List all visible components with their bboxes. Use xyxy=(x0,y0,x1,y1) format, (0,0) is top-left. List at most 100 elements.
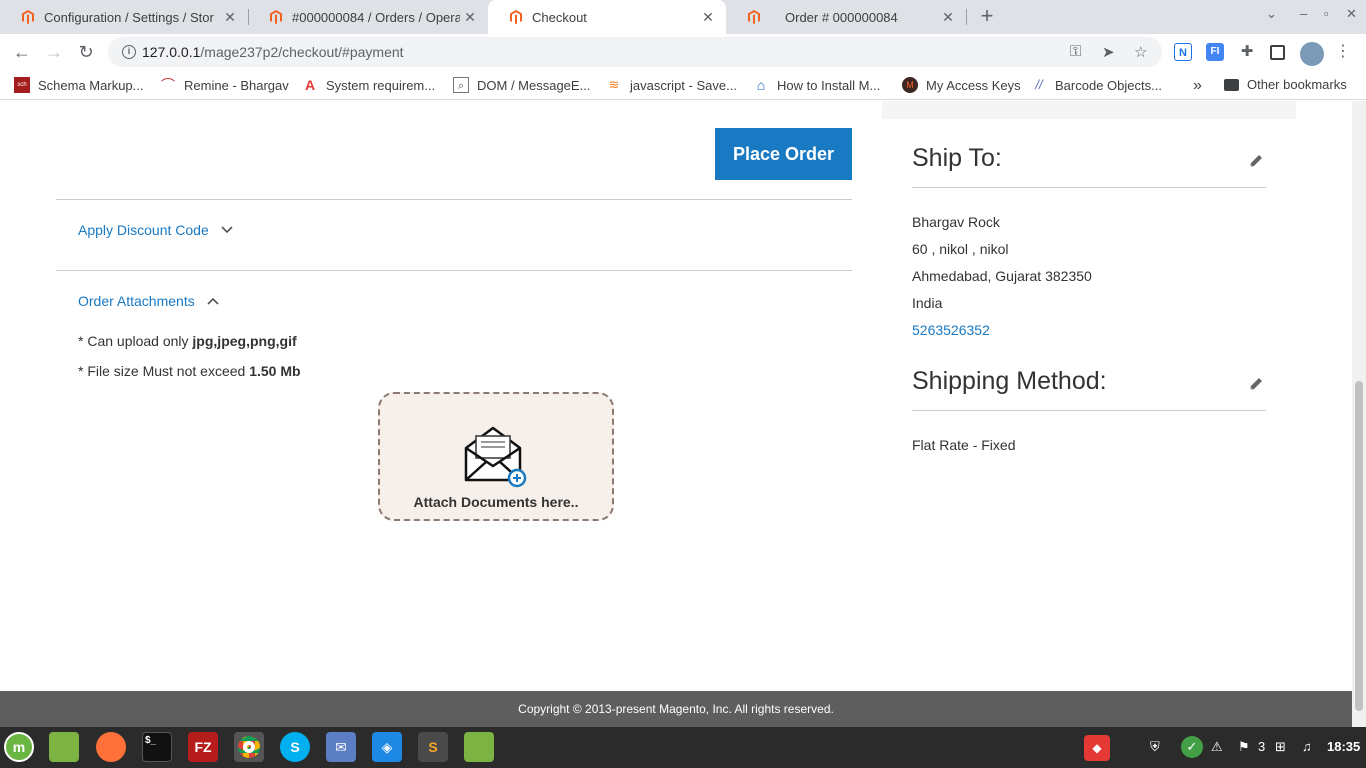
shipping-method-title: Shipping Method: xyxy=(912,367,1107,395)
magento-icon xyxy=(510,10,522,24)
other-bookmarks[interactable]: Other bookmarks xyxy=(1224,77,1347,92)
dropzone-label: Attach Documents here.. xyxy=(413,494,579,510)
bookmark-item[interactable]: sch Schema Markup... xyxy=(14,77,144,93)
clock[interactable]: 18:35 xyxy=(1327,739,1360,754)
close-icon[interactable]: ✕ xyxy=(698,9,718,26)
magento-icon: M xyxy=(902,77,918,93)
anydesk-icon[interactable]: ◆ xyxy=(1084,735,1110,761)
close-icon[interactable]: ✕ xyxy=(220,9,240,26)
tab-order-operations[interactable]: #000000084 / Orders / Operat ✕ xyxy=(248,0,488,34)
notification-icon[interactable]: ⚑ xyxy=(1238,739,1250,755)
mdn-icon: ⌕ xyxy=(453,77,469,93)
tab-strip: Configuration / Settings / Stor ✕ #00000… xyxy=(0,0,1366,34)
bookmark-item[interactable]: M My Access Keys xyxy=(902,77,1021,93)
order-summary-panel-edge xyxy=(882,101,1296,119)
tab-order-view[interactable]: Order # 000000084 ✕ xyxy=(726,0,966,34)
folder-icon xyxy=(1224,78,1239,91)
bookmarks-bar: sch Schema Markup... ⌒ Remine - Bhargav AS… xyxy=(0,70,1366,100)
extension-n-icon[interactable]: N xyxy=(1174,43,1192,61)
close-window-icon[interactable]: ✕ xyxy=(1346,6,1357,22)
bookmark-item[interactable]: A System requirem... xyxy=(302,77,435,93)
new-tab-button[interactable]: + xyxy=(976,4,998,28)
tab-configuration[interactable]: Configuration / Settings / Stor ✕ xyxy=(0,0,248,34)
bookmark-item[interactable]: ⌒ Remine - Bhargav xyxy=(160,77,289,93)
tab-checkout[interactable]: Checkout ✕ xyxy=(488,0,726,34)
minimize-icon[interactable]: – xyxy=(1300,6,1307,21)
adobe-icon: A xyxy=(304,77,316,93)
attachment-dropzone[interactable]: Attach Documents here.. xyxy=(378,392,614,521)
divider xyxy=(56,270,852,271)
files-folder-icon[interactable] xyxy=(49,732,79,762)
file-size-note: * File size Must not exceed 1.50 Mb xyxy=(78,363,301,379)
workspace-count: 3 xyxy=(1258,739,1266,754)
page-scrollbar[interactable] xyxy=(1352,101,1366,727)
ship-phone-link[interactable]: 5263526352 xyxy=(912,322,990,338)
address-bar[interactable]: i 127.0.0.1/mage237p2/checkout/#payment … xyxy=(108,37,1162,67)
bookmark-item[interactable]: //Barcode Objects... xyxy=(1031,77,1162,93)
scrollbar-thumb[interactable] xyxy=(1355,381,1363,711)
bookmark-star-icon[interactable]: ☆ xyxy=(1134,43,1147,61)
bookmark-item[interactable]: ≋ javascript - Save... xyxy=(606,77,737,93)
back-icon[interactable]: ← xyxy=(11,41,33,63)
bookmark-item[interactable]: ⌕ DOM / MessageE... xyxy=(453,77,590,93)
avatar[interactable] xyxy=(1300,42,1324,66)
close-icon[interactable]: ✕ xyxy=(460,9,480,26)
browser-toolbar: ← → ↻ i 127.0.0.1/mage237p2/checkout/#pa… xyxy=(0,34,1366,70)
pencil-icon[interactable] xyxy=(1247,152,1265,170)
sublime-text-icon[interactable]: S xyxy=(418,732,448,762)
forward-icon[interactable]: → xyxy=(43,41,65,63)
ship-country: India xyxy=(912,295,943,311)
update-check-icon[interactable]: ✓ xyxy=(1181,736,1203,758)
send-icon[interactable]: ➤ xyxy=(1102,43,1115,61)
chevron-up-icon xyxy=(207,297,219,305)
os-taskbar: m $_ FZ S ✉ ◈ S ◆ ⛨ ✓ ⚠ ⚑ 3 ⊞ ♫ 18:35 xyxy=(0,727,1366,768)
terminal-icon[interactable]: $_ xyxy=(142,732,172,762)
url-text[interactable]: 127.0.0.1/mage237p2/checkout/#payment xyxy=(142,44,404,60)
close-icon[interactable]: ✕ xyxy=(938,9,958,26)
apply-discount-toggle[interactable]: Apply Discount Code xyxy=(78,222,235,238)
magento-icon xyxy=(22,10,34,24)
app-launcher-icon[interactable]: ◈ xyxy=(372,732,402,762)
tab-title: Checkout xyxy=(532,9,587,25)
mail-icon[interactable]: ✉ xyxy=(326,732,356,762)
network-icon[interactable]: ⊞ xyxy=(1275,739,1286,755)
divider xyxy=(56,199,852,200)
extension-fi-icon[interactable]: FI xyxy=(1206,43,1224,61)
tab-search-icon[interactable]: ⌄ xyxy=(1266,6,1277,22)
chrome-icon[interactable] xyxy=(234,732,264,762)
checkout-page: Place Order Apply Discount Code Order At… xyxy=(0,101,1352,691)
discount-label: Apply Discount Code xyxy=(78,222,209,238)
order-attachments-toggle[interactable]: Order Attachments xyxy=(78,293,221,309)
side-panel-icon[interactable] xyxy=(1270,45,1285,60)
pencil-icon[interactable] xyxy=(1247,375,1265,393)
folder-icon[interactable] xyxy=(464,732,494,762)
magento-icon xyxy=(748,10,760,24)
reload-icon[interactable]: ↻ xyxy=(75,41,97,63)
ship-to-title: Ship To: xyxy=(912,144,1002,172)
sound-icon[interactable]: ♫ xyxy=(1302,739,1312,754)
tab-title: #000000084 / Orders / Operat xyxy=(292,9,460,25)
divider xyxy=(912,187,1266,188)
extensions-puzzle-icon[interactable]: ✚ xyxy=(1238,43,1256,61)
restore-icon[interactable]: ▫ xyxy=(1324,6,1329,21)
envelope-attach-icon xyxy=(464,426,527,488)
skype-icon[interactable]: S xyxy=(280,732,310,762)
tab-title: Order # 000000084 xyxy=(785,9,898,25)
mint-menu-icon[interactable]: m xyxy=(4,732,34,762)
key-icon[interactable]: ⚿ xyxy=(1070,43,1081,60)
barcode-icon: // xyxy=(1035,77,1043,92)
shield-icon[interactable]: ⛨ xyxy=(1150,739,1160,755)
bookmark-item[interactable]: ⌂ How to Install M... xyxy=(753,77,881,93)
place-order-button[interactable]: Place Order xyxy=(715,128,852,180)
shipping-method-value: Flat Rate - Fixed xyxy=(912,437,1016,453)
more-bookmarks-button[interactable]: » xyxy=(1193,77,1202,95)
site-info-icon[interactable]: i xyxy=(122,45,136,59)
firefox-icon[interactable] xyxy=(96,732,126,762)
schema-icon: sch xyxy=(14,77,30,93)
warning-icon[interactable]: ⚠ xyxy=(1211,739,1223,755)
filezilla-icon[interactable]: FZ xyxy=(188,732,218,762)
magento-icon xyxy=(270,10,282,24)
menu-kebab-icon[interactable]: ⋮ xyxy=(1334,43,1352,61)
tab-title: Configuration / Settings / Stor xyxy=(44,9,214,25)
remine-icon: ⌒ xyxy=(161,77,175,93)
